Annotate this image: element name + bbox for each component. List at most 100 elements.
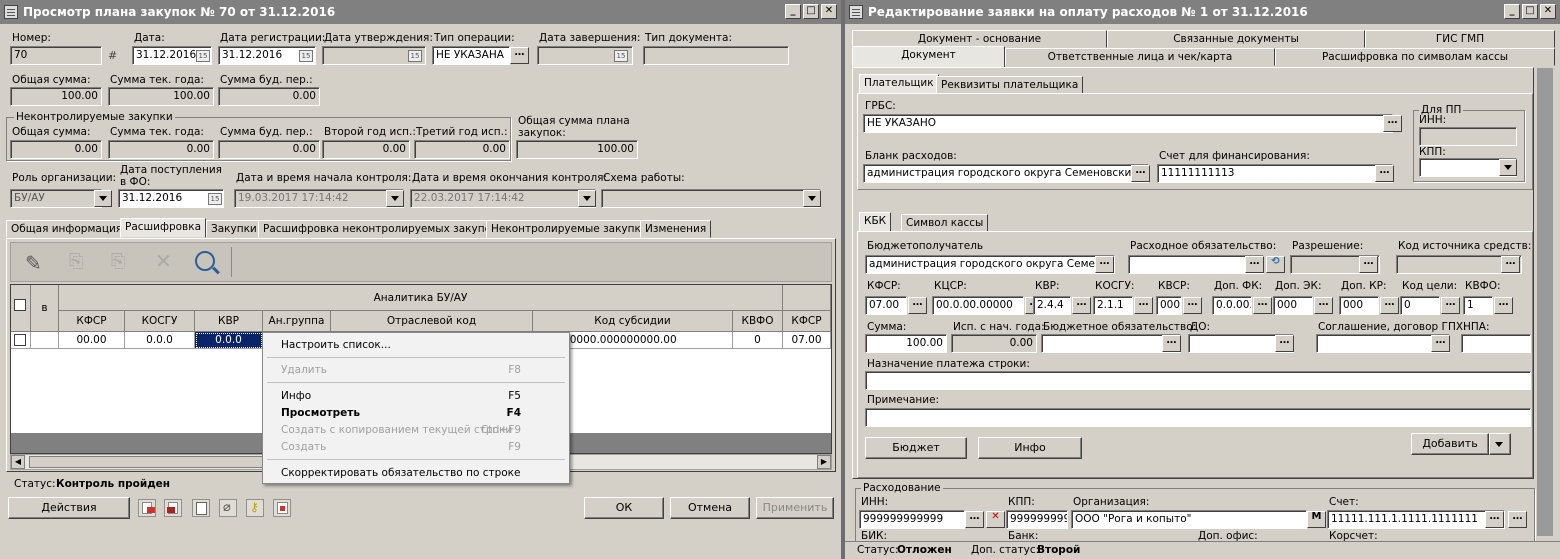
tab-document[interactable]: Документ <box>852 46 1005 68</box>
kbk-code-field[interactable]: 000 <box>1339 296 1379 315</box>
ellipsis-button[interactable]: … <box>1501 256 1520 273</box>
budget-obligation-field[interactable] <box>1041 334 1181 353</box>
tab-kbk[interactable]: КБК <box>859 212 892 232</box>
col-subsidy-code[interactable]: Код субсидии <box>533 311 733 332</box>
ok-button[interactable]: ОК <box>584 497 664 519</box>
ellipsis-button[interactable]: … <box>1314 297 1333 314</box>
kbk-code-field[interactable]: 0.0.00. <box>1212 296 1252 315</box>
minimize-button[interactable]: _ <box>785 4 801 19</box>
maximize-button[interactable]: □ <box>1522 4 1538 19</box>
tab-purchases[interactable]: Закупки <box>206 220 262 238</box>
ellipsis-button[interactable]: … <box>908 297 927 314</box>
row-checkbox[interactable] <box>14 334 26 346</box>
ellipsis-button[interactable]: … <box>1508 511 1527 528</box>
control-start-dropdown[interactable] <box>386 190 404 207</box>
menu-item-adjust-obligation[interactable]: Скорректировать обязательство по строке <box>263 464 569 482</box>
table-cell[interactable]: 0.0.0 <box>125 332 195 349</box>
npa-field[interactable] <box>1461 334 1531 353</box>
ellipsis-button[interactable]: … <box>1431 335 1450 352</box>
tab-cash-symbol[interactable]: Символ кассы <box>901 214 989 232</box>
tab-general[interactable]: Общая информация <box>6 220 128 238</box>
ellipsis-button[interactable]: … <box>1494 297 1513 314</box>
ellipsis-button[interactable]: … <box>965 511 984 528</box>
work-scheme-field[interactable] <box>601 189 821 208</box>
col-kvfo[interactable]: КВФО <box>733 311 783 332</box>
col-kfsr[interactable]: КФСР <box>59 311 125 332</box>
future-sum-field[interactable]: 0.00 <box>218 87 320 106</box>
add-button[interactable]: Добавить <box>1411 433 1489 455</box>
control-end-field[interactable]: 22.03.2017 17:14:42 <box>410 189 596 208</box>
menu-item-view[interactable]: Просмотреть F4 <box>263 404 569 422</box>
table-cell[interactable]: 00.00 <box>59 332 125 349</box>
tab-uncontrolled[interactable]: Неконтролируемые закупки <box>486 220 653 238</box>
actions-button[interactable]: Действия <box>8 497 130 519</box>
pp-inn-field[interactable] <box>1419 127 1517 146</box>
table-cell[interactable]: 07.00 <box>783 332 831 349</box>
operation-type-field[interactable]: НЕ УКАЗАНА <box>432 46 510 65</box>
spending-account-field[interactable]: 11111.111.1.1111.1111111 <box>1327 510 1505 529</box>
clear-icon[interactable]: ✕ <box>986 511 1005 528</box>
nk-future-field[interactable]: 0.00 <box>218 140 320 159</box>
tab-changes[interactable]: Изменения <box>640 220 712 238</box>
menu-item-info[interactable]: Инфо F5 <box>263 387 569 405</box>
current-year-sum-field[interactable]: 100.00 <box>108 87 214 106</box>
maximize-button[interactable]: □ <box>803 4 819 19</box>
scroll-left-icon[interactable]: ◀ <box>11 455 25 469</box>
ellipsis-button[interactable]: … <box>1131 165 1150 182</box>
table-cell-selected[interactable]: 0.0.0 <box>195 332 263 349</box>
tab-linked-documents[interactable]: Связанные документы <box>1107 30 1365 48</box>
calendar-icon[interactable]: 15 <box>208 193 222 205</box>
delete-icon[interactable]: ✕ <box>155 249 172 273</box>
close-button[interactable]: ✕ <box>821 4 837 19</box>
vertical-scrollbar[interactable] <box>1537 68 1553 536</box>
ellipsis-button[interactable]: … <box>1095 256 1114 273</box>
executed-field[interactable]: 0.00 <box>951 334 1037 353</box>
attach-icon[interactable]: ⌀ <box>219 499 237 517</box>
ellipsis-button[interactable]: … <box>1441 297 1460 314</box>
edit-icon[interactable]: ✎ <box>25 251 42 275</box>
close-button[interactable]: ✕ <box>1540 4 1556 19</box>
menu-item-create-copy[interactable]: Создать с копированием текущей строки Ctr… <box>263 421 569 439</box>
col-an-group[interactable]: Ан.группа <box>263 311 331 332</box>
scroll-thumb[interactable] <box>29 456 269 468</box>
document-icon[interactable] <box>192 499 210 517</box>
left-title-bar[interactable]: Просмотр плана закупок № 70 от 31.12.201… <box>0 0 841 24</box>
kbk-code-field[interactable]: 000 <box>1156 296 1182 315</box>
copy-icon[interactable]: ⎘ <box>69 251 83 272</box>
tab-payer-details[interactable]: Реквизиты плательщика <box>936 76 1084 94</box>
ellipsis-button[interactable]: … <box>1245 256 1264 273</box>
import-icon[interactable] <box>164 499 182 517</box>
control-start-field[interactable]: 19.03.2017 17:14:42 <box>234 189 404 208</box>
kbk-code-field[interactable]: 0 <box>1400 296 1440 315</box>
budget-recipient-field[interactable]: администрация городского округа Семенов <box>865 255 1115 274</box>
table-cell[interactable]: 0 <box>733 332 783 349</box>
col-sector-code[interactable]: Отраслевой код <box>331 311 533 332</box>
tab-cash-symbols[interactable]: Расшифровка по символам кассы <box>1275 48 1555 66</box>
right-title-bar[interactable]: Редактирование заявки на оплату расходов… <box>845 0 1560 24</box>
tab-uncontrolled-breakdown[interactable]: Расшифровка неконтролируемых закупок <box>258 220 503 238</box>
print-icon[interactable] <box>273 499 291 517</box>
org-role-field[interactable]: БУ/АУ <box>10 189 102 208</box>
document-type-field[interactable] <box>643 46 789 65</box>
ellipsis-button[interactable]: … <box>1183 297 1202 314</box>
col-kosgu[interactable]: КОСГУ <box>125 311 195 332</box>
ellipsis-button[interactable]: … <box>1359 256 1378 273</box>
ellipsis-button[interactable]: … <box>1383 115 1402 132</box>
funding-account-field[interactable]: 11111111113 <box>1157 164 1393 183</box>
calendar-icon[interactable]: 15 <box>196 50 210 62</box>
kbk-code-field[interactable]: 2.4.4 <box>1033 296 1071 315</box>
payment-purpose-field[interactable] <box>865 371 1531 390</box>
col-kvr[interactable]: КВР <box>195 311 263 332</box>
refresh-icon[interactable]: ⟲ <box>1266 256 1285 273</box>
calendar-icon[interactable]: 15 <box>299 50 313 62</box>
organization-field[interactable]: ООО "Рога и копыто" <box>1071 510 1307 529</box>
nomer-field[interactable]: 70 <box>10 46 102 65</box>
calendar-icon[interactable]: 15 <box>614 50 628 62</box>
kbk-code-field[interactable]: 2.1.1 <box>1093 296 1133 315</box>
export-icon[interactable] <box>138 499 156 517</box>
calendar-icon[interactable]: 15 <box>408 50 422 62</box>
note-field[interactable] <box>865 408 1531 427</box>
menu-item-create[interactable]: Создать F9 <box>263 438 569 456</box>
expense-form-field[interactable]: администрация городского округа Семеновс… <box>863 164 1149 183</box>
total-sum-field[interactable]: 100.00 <box>10 87 102 106</box>
